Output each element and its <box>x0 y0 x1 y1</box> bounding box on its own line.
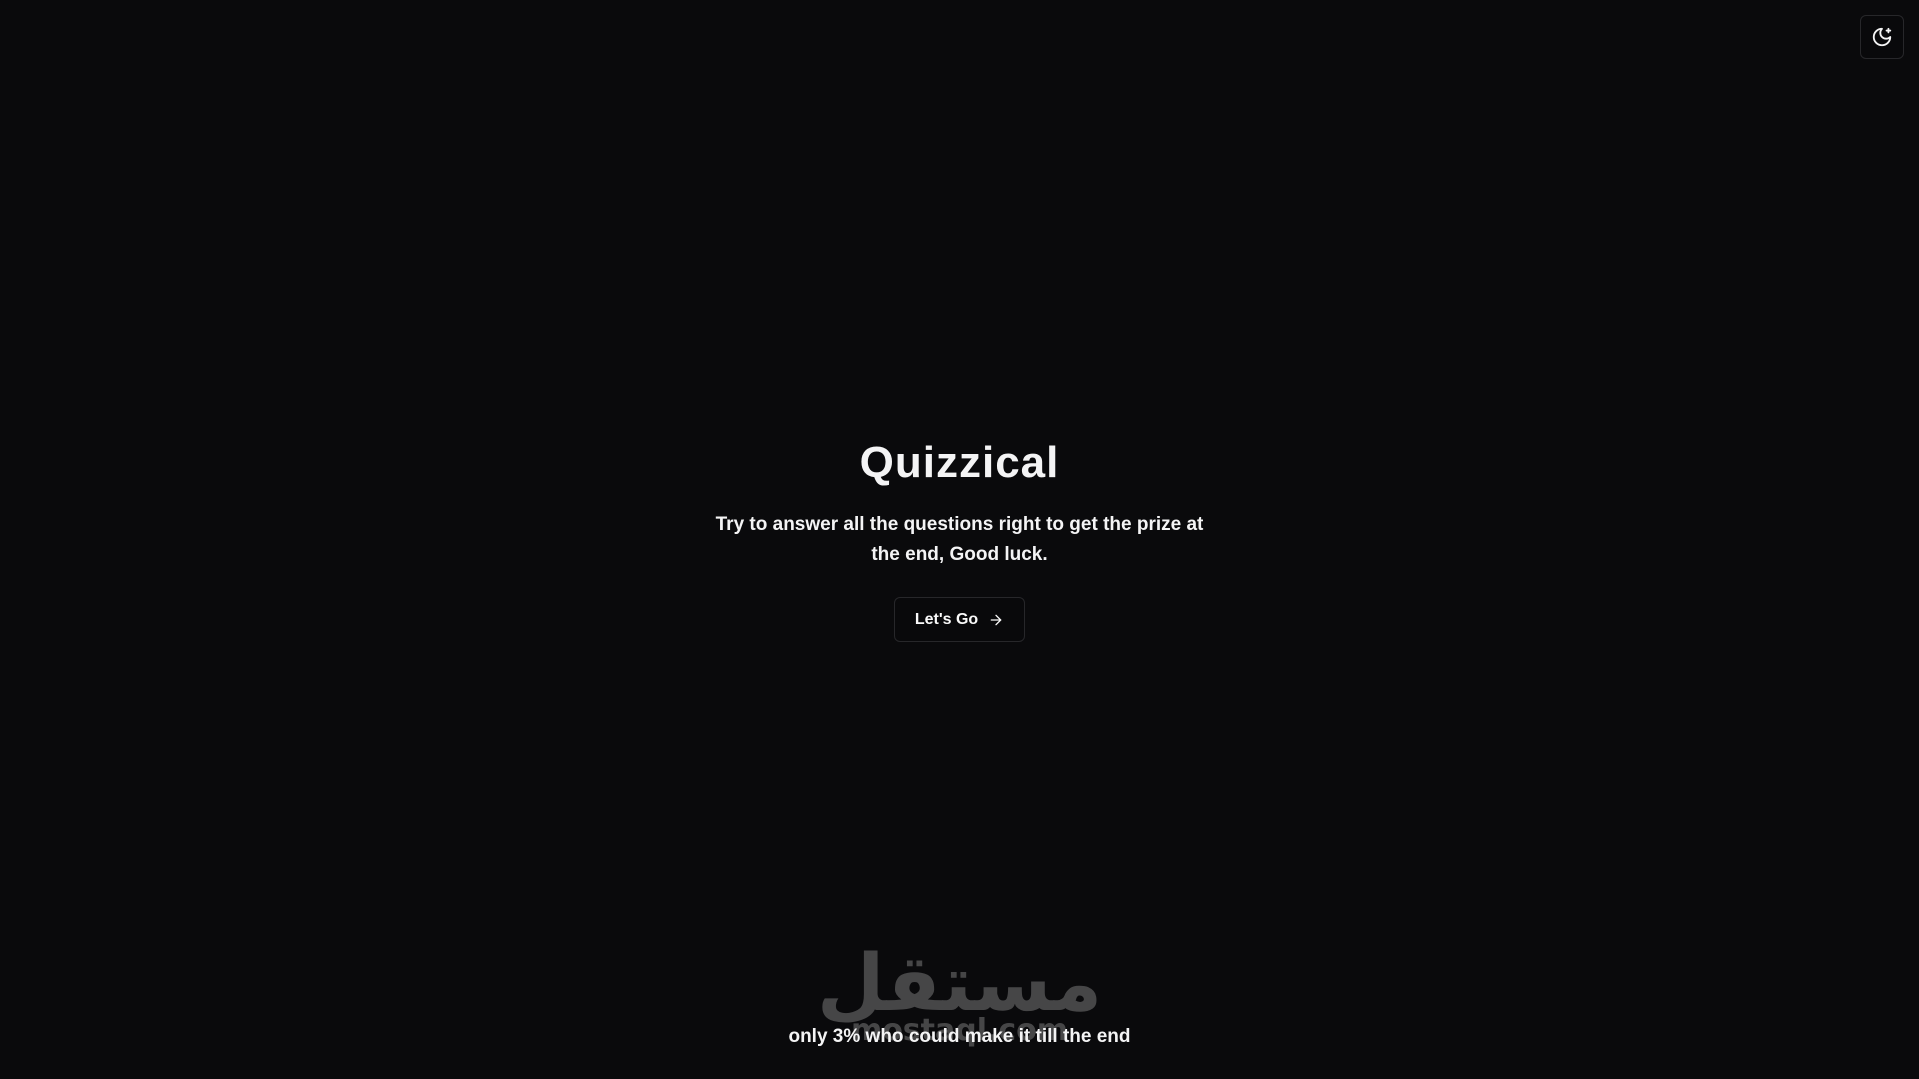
lets-go-label: Let's Go <box>914 610 979 628</box>
page: Quizzical Try to answer all the question… <box>0 0 1919 1079</box>
hero: Quizzical Try to answer all the question… <box>0 436 1919 642</box>
footer-note: only 3% who could make it till the end <box>788 1026 1131 1047</box>
moon-stars-icon <box>1872 27 1892 47</box>
theme-toggle-button[interactable] <box>1860 15 1904 59</box>
watermark-logo-text: مستقل <box>816 939 1103 1029</box>
lets-go-button[interactable]: Let's Go <box>893 597 1026 642</box>
page-subtitle: Try to answer all the questions right to… <box>715 514 1204 565</box>
arrow-right-icon <box>990 614 1002 625</box>
page-title: Quizzical <box>859 438 1060 487</box>
